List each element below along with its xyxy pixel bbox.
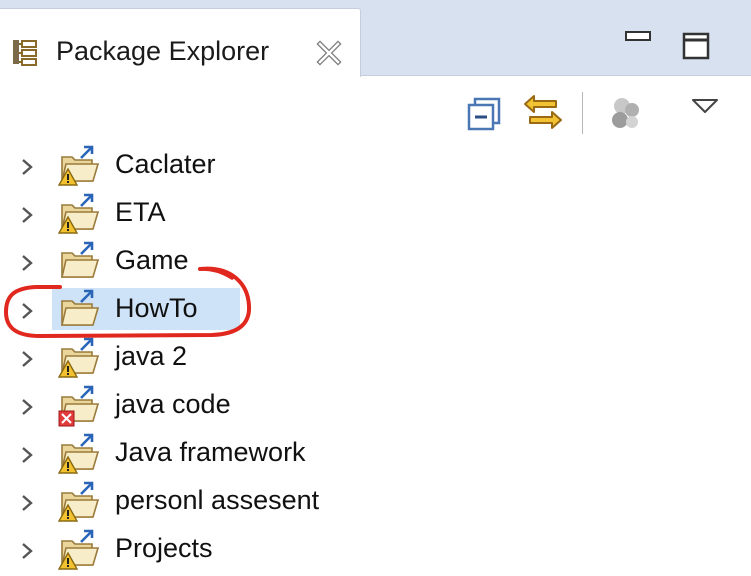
minimize-icon[interactable] [625,30,653,49]
close-icon[interactable] [315,39,343,72]
expand-chevron-icon[interactable] [20,445,34,470]
toolbar-separator [582,92,583,134]
maximize-icon[interactable] [682,32,712,67]
project-warning-icon [57,191,104,240]
expand-chevron-icon[interactable] [20,253,34,278]
tree-item[interactable]: java 2 [0,334,751,382]
tree-item-label: java code [115,389,231,419]
tree-item[interactable]: Caclater [0,142,751,190]
project-folder-icon [58,287,104,336]
project-warning-icon [57,143,104,192]
focus-on-active-task-icon[interactable] [606,94,646,139]
tree-item-label: ETA [115,197,166,227]
expand-chevron-icon[interactable] [20,541,34,566]
tree-item[interactable]: Projects [0,526,751,574]
tab-package-explorer[interactable]: Package Explorer [0,8,361,77]
project-warning-icon [57,479,104,528]
project-folder-icon [58,239,104,288]
package-explorer-icon [10,37,40,72]
tree-item-label: Java framework [115,437,306,467]
tree-item-label: Game [115,245,189,275]
view-menu-icon[interactable] [690,96,720,121]
tree-item-label: personl assesent [115,485,320,515]
expand-chevron-icon[interactable] [20,397,34,422]
project-warning-icon [57,527,104,576]
tree-item[interactable]: java code [0,382,751,430]
view-title: Package Explorer [56,36,270,66]
project-warning-icon [57,431,104,480]
tree-item-selected[interactable]: HowTo [0,286,751,334]
expand-chevron-icon[interactable] [20,349,34,374]
tree-item[interactable]: Java framework [0,430,751,478]
tree-item[interactable]: ETA [0,190,751,238]
tree-item-label: Projects [115,533,213,563]
expand-chevron-icon[interactable] [20,301,34,326]
tree-item-label: Caclater [115,149,216,179]
expand-chevron-icon[interactable] [20,493,34,518]
collapse-all-icon[interactable] [466,96,502,137]
tree-item-label: HowTo [115,293,198,323]
tree-item-label: java 2 [115,341,188,371]
tree-item[interactable]: Game [0,238,751,286]
link-with-editor-icon[interactable] [522,90,564,139]
project-warning-icon [57,335,104,384]
project-error-icon [58,383,104,432]
expand-chevron-icon[interactable] [20,205,34,230]
tree-item[interactable]: personl assesent [0,478,751,526]
expand-chevron-icon[interactable] [20,157,34,182]
